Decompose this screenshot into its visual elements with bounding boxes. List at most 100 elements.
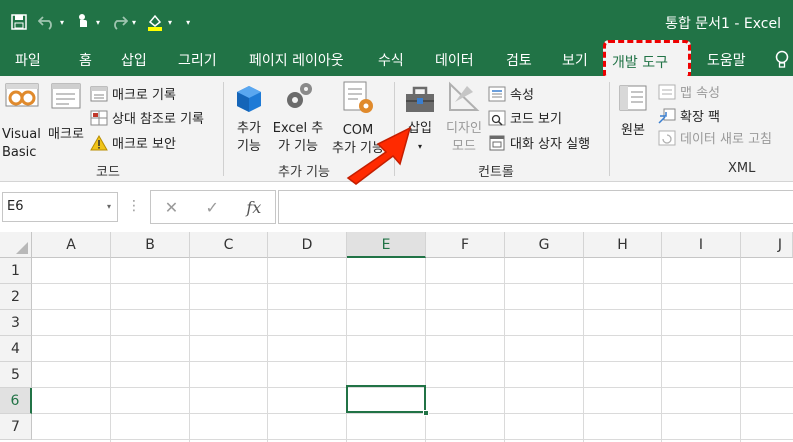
run-dialog-label: 대화 상자 실행 — [510, 137, 591, 152]
refresh-data-button[interactable]: 데이터 새로 고침 — [658, 128, 772, 147]
addins-button[interactable]: 추가 기능 — [230, 84, 268, 156]
tab-developer[interactable]: 개발 도구 — [612, 52, 668, 72]
cancel-icon[interactable]: ✕ — [165, 198, 178, 217]
controls-group-label: 컨트롤 — [478, 165, 514, 180]
addins-icon — [237, 86, 261, 112]
column-header[interactable]: A — [32, 232, 111, 258]
properties-icon — [488, 86, 506, 101]
grid-line — [504, 258, 505, 442]
map-properties-button[interactable]: 맵 속성 — [658, 82, 720, 101]
addins-label: 추가 기능 — [237, 121, 261, 154]
column-header[interactable]: I — [662, 232, 741, 258]
tab-formulas[interactable]: 수식 — [378, 50, 404, 70]
relative-reference-icon — [90, 110, 108, 125]
macro-label: 매크로 — [48, 127, 84, 142]
map-properties-label: 맵 속성 — [680, 86, 721, 101]
column-header[interactable]: C — [190, 232, 268, 258]
run-dialog-icon — [489, 135, 505, 150]
document-title: 통합 문서1 - Excel — [665, 16, 781, 32]
column-header[interactable]: B — [111, 232, 190, 258]
group-separator — [223, 82, 224, 176]
grid-line — [32, 283, 793, 284]
relative-reference-button[interactable]: 상대 참조로 기록 — [90, 108, 204, 127]
xml-source-icon — [619, 85, 647, 111]
properties-label: 속성 — [510, 88, 534, 103]
column-header[interactable]: F — [426, 232, 505, 258]
macro-security-button[interactable]: 매크로 보안 — [90, 133, 176, 152]
visual-basic-label: Visual Basic — [2, 127, 41, 160]
excel-addins-label: Excel 추 가 기능 — [272, 121, 324, 154]
map-properties-icon — [658, 84, 676, 99]
formula-bar-resize-icon[interactable]: ⋮ — [127, 198, 141, 214]
tab-home[interactable]: 홈 — [79, 50, 92, 70]
grid-line — [346, 258, 347, 442]
tab-data[interactable]: 데이터 — [435, 50, 474, 70]
tab-draw[interactable]: 그리기 — [178, 50, 217, 70]
column-header[interactable]: H — [584, 232, 662, 258]
fill-handle[interactable] — [423, 410, 429, 416]
visual-basic-icon — [5, 83, 39, 107]
macro-security-label: 매크로 보안 — [112, 137, 176, 152]
design-mode-icon — [449, 81, 480, 111]
gear-icon — [287, 83, 312, 108]
red-arrow-annotation — [346, 126, 412, 185]
properties-button[interactable]: 속성 — [488, 84, 534, 103]
column-header[interactable]: D — [268, 232, 347, 258]
lightbulb-icon[interactable] — [774, 50, 790, 74]
row-header[interactable]: 7 — [0, 414, 32, 440]
record-macro-button[interactable]: 매크로 기록 — [90, 84, 176, 103]
tab-review[interactable]: 검토 — [506, 50, 532, 70]
row-header[interactable]: 6 — [0, 388, 32, 414]
touch-mode-icon[interactable] — [74, 13, 92, 31]
touch-dropdown-icon[interactable]: ▾ — [96, 18, 100, 27]
row-header[interactable]: 5 — [0, 362, 32, 388]
customize-qat-icon[interactable]: ▾ — [186, 18, 190, 27]
visual-basic-button[interactable]: Visual Basic — [2, 80, 42, 162]
macro-button[interactable]: 매크로 — [44, 80, 88, 144]
excel-addins-button[interactable]: Excel 추 가 기능 — [270, 80, 326, 156]
undo-icon[interactable] — [38, 13, 56, 31]
column-header[interactable]: E — [347, 232, 426, 258]
column-header[interactable]: G — [505, 232, 584, 258]
expansion-packs-label: 확장 팩 — [680, 110, 721, 125]
tab-page-layout[interactable]: 페이지 레이아웃 — [249, 50, 344, 70]
grid-line — [189, 258, 190, 442]
name-box[interactable]: E6 ▾ — [2, 192, 118, 222]
active-cell-E6[interactable] — [346, 385, 426, 413]
redo-icon[interactable] — [110, 13, 129, 31]
design-mode-label: 디자인 모드 — [446, 121, 482, 154]
title-bar: ▾ ▾ ▾ ▾ ▾ 통합 문서1 - Excel — [0, 0, 793, 44]
grid-line — [661, 258, 662, 442]
grid-line — [32, 335, 793, 336]
row-header[interactable]: 4 — [0, 336, 32, 362]
view-code-button[interactable]: 코드 보기 — [488, 108, 562, 127]
insert-function-icon[interactable]: fx — [246, 198, 261, 217]
grid-line — [583, 258, 584, 442]
row-header[interactable]: 2 — [0, 284, 32, 310]
fill-color-dropdown-icon[interactable]: ▾ — [168, 18, 172, 27]
undo-dropdown-icon[interactable]: ▾ — [60, 18, 64, 27]
row-header[interactable]: 1 — [0, 258, 32, 284]
tab-insert[interactable]: 삽입 — [121, 50, 147, 70]
tab-help[interactable]: 도움말 — [707, 50, 746, 70]
design-mode-button[interactable]: 디자인 모드 — [442, 80, 486, 156]
grid-line — [32, 413, 793, 414]
grid-line — [267, 258, 268, 442]
save-icon[interactable] — [10, 13, 28, 31]
xml-source-button[interactable]: 원본 — [614, 84, 652, 140]
tab-view[interactable]: 보기 — [562, 50, 588, 70]
grid-line — [32, 361, 793, 362]
formula-input[interactable] — [278, 190, 793, 224]
redo-dropdown-icon[interactable]: ▾ — [132, 18, 136, 27]
expansion-packs-button[interactable]: 확장 팩 — [658, 106, 720, 125]
view-code-label: 코드 보기 — [510, 112, 562, 127]
enter-icon[interactable]: ✓ — [206, 198, 219, 217]
grid-line — [32, 439, 793, 440]
select-all-button[interactable] — [0, 232, 32, 258]
fill-color-icon[interactable] — [146, 13, 164, 31]
run-dialog-button[interactable]: 대화 상자 실행 — [488, 133, 590, 152]
name-box-dropdown-icon[interactable]: ▾ — [107, 202, 111, 211]
tab-file[interactable]: 파일 — [15, 50, 41, 70]
column-header[interactable]: J — [741, 232, 793, 258]
row-header[interactable]: 3 — [0, 310, 32, 336]
